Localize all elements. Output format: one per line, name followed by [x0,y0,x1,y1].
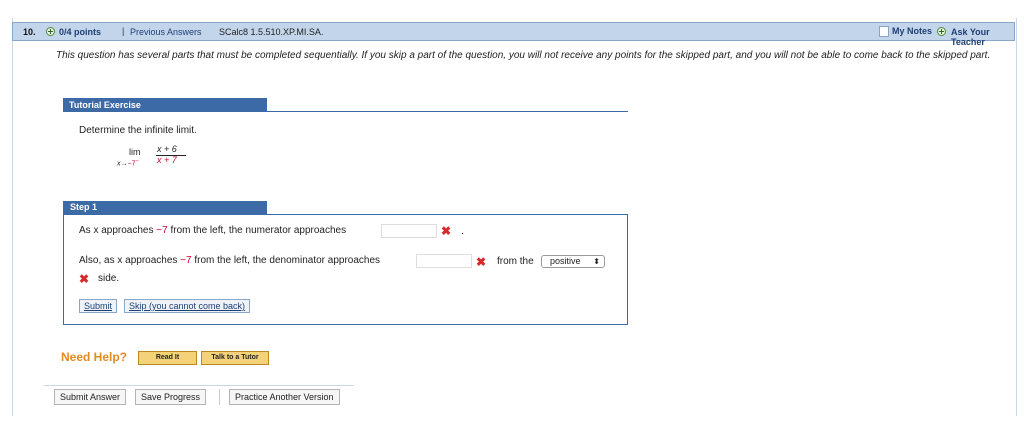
line1-value: −7 [156,225,168,236]
line1-text-b: from the left, the numerator approaches [170,225,347,236]
intro-text: This question has several parts that mus… [56,50,991,61]
submit-answer-button[interactable]: Submit Answer [54,389,127,405]
line2-text-a: Also, as x approaches [79,255,178,266]
previous-answers-link[interactable]: Previous Answers [130,27,202,37]
question-number: 10. [23,27,36,37]
bottom-divider [44,385,354,386]
tutorial-divider [63,111,628,112]
line2-text-b: from the left, the denominator approache… [194,255,381,266]
ask-teacher-link[interactable]: Ask Your Teacher [951,27,1014,47]
select-arrows-icon: ⬍ [593,257,600,266]
ask-teacher-plus-icon [937,27,946,36]
incorrect-x-icon: ✖ [441,224,452,238]
denominator-text: x + 7 [157,155,177,165]
practice-another-version-button[interactable]: Practice Another Version [229,389,340,405]
incorrect-x-icon: ✖ [476,255,487,269]
fraction-numerator: x + 6 [157,144,177,154]
question-source: SCalc8 1.5.510.XP.MI.SA. [219,27,324,37]
lim-label: lim [129,147,141,157]
my-notes-label: My Notes [892,26,933,36]
tutorial-prompt: Determine the infinite limit. [79,125,197,136]
step-line-2: Also, as x approaches −7 from the left, … [79,255,380,266]
side-select[interactable]: positive ⬍ [541,255,605,268]
points-label: 0/4 points [59,27,102,37]
side-label: side. [98,273,120,284]
side-select-value: positive [550,256,581,266]
read-it-button[interactable]: Read It [138,351,197,365]
notes-icon [879,26,889,38]
expand-plus-icon[interactable] [46,27,55,36]
line1-text-a: As x approaches [79,225,154,236]
numerator-text: x + 6 [157,144,177,154]
step-header: Step 1 [63,201,267,214]
step-line-1: As x approaches −7 from the left, the nu… [79,225,346,236]
my-notes-button[interactable]: My Notes [879,26,933,38]
submit-step-button[interactable]: Submit [79,299,118,313]
save-progress-button[interactable]: Save Progress [135,389,207,405]
skip-step-button[interactable]: Skip (you cannot come back) [124,299,251,313]
lim-sub-arrow: → [120,160,128,168]
button-separator [219,389,220,405]
from-the-label: from the [497,256,534,267]
tutorial-header: Tutorial Exercise [63,98,267,112]
header-separator: | [122,26,125,36]
lim-sub-side: − [135,158,139,164]
lim-subscript: x→−7− [117,158,139,167]
line2-value: −7 [180,255,192,266]
fraction-denominator: x + 7 [157,155,177,165]
talk-to-tutor-button[interactable]: Talk to a Tutor [201,351,269,365]
question-header-bar: 10. 0/4 points | Previous Answers SCalc8… [12,22,1015,47]
denominator-answer-input[interactable] [416,254,472,268]
line1-period: . [461,226,464,237]
numerator-answer-input[interactable] [381,224,437,238]
incorrect-x-icon: ✖ [79,272,90,286]
need-help-label: Need Help? [61,350,128,364]
